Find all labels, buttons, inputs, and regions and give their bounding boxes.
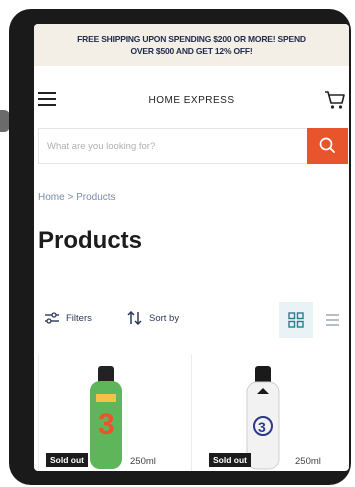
search-button[interactable]	[307, 128, 348, 164]
grid-view-button[interactable]	[279, 302, 313, 338]
filters-icon	[45, 312, 59, 324]
list-view-button[interactable]	[324, 312, 340, 328]
product-volume: 250ml	[295, 456, 321, 467]
screen: FREE SHIPPING UPON SPENDING $200 OR MORE…	[34, 24, 349, 471]
announcement-line-1: FREE SHIPPING UPON SPENDING $200 OR MORE…	[77, 34, 306, 44]
sort-by-button[interactable]: Sort by	[127, 311, 179, 325]
svg-text:3: 3	[258, 419, 266, 435]
breadcrumb: Home > Products	[38, 192, 116, 203]
search-bar	[38, 128, 348, 164]
announcement-bar: FREE SHIPPING UPON SPENDING $200 OR MORE…	[34, 24, 349, 66]
store-name[interactable]: HOME EXPRESS	[34, 95, 349, 106]
sort-by-label: Sort by	[149, 312, 180, 324]
search-input[interactable]	[39, 129, 323, 163]
svg-text:3: 3	[98, 408, 115, 441]
breadcrumb-home-link[interactable]: Home	[38, 192, 65, 203]
product-volume: 250ml	[130, 456, 156, 467]
site-header: HOME EXPRESS	[34, 82, 349, 122]
sort-icon	[127, 311, 142, 325]
list-view-icon	[326, 314, 339, 326]
device-frame: FREE SHIPPING UPON SPENDING $200 OR MORE…	[9, 9, 351, 485]
filters-label: Filters	[66, 312, 92, 324]
card-divider	[191, 354, 192, 471]
sold-out-badge: Sold out	[46, 453, 88, 467]
product-card[interactable]: 3 Sold out 250ml	[38, 354, 188, 471]
shopping-cart-icon[interactable]	[324, 90, 346, 110]
sold-out-badge: Sold out	[209, 453, 251, 467]
filters-button[interactable]: Filters	[44, 311, 92, 325]
product-card[interactable]: 3 Sold out 250ml	[199, 354, 349, 471]
breadcrumb-separator: >	[67, 192, 74, 203]
grid-view-icon	[288, 312, 304, 328]
search-icon	[319, 137, 335, 153]
breadcrumb-current: Products	[76, 192, 116, 203]
page-title: Products	[38, 227, 143, 254]
announcement-line-2: OVER $500 AND GET 12% OFF!	[130, 46, 253, 56]
collection-toolbar: Filters Sort by	[34, 302, 349, 342]
